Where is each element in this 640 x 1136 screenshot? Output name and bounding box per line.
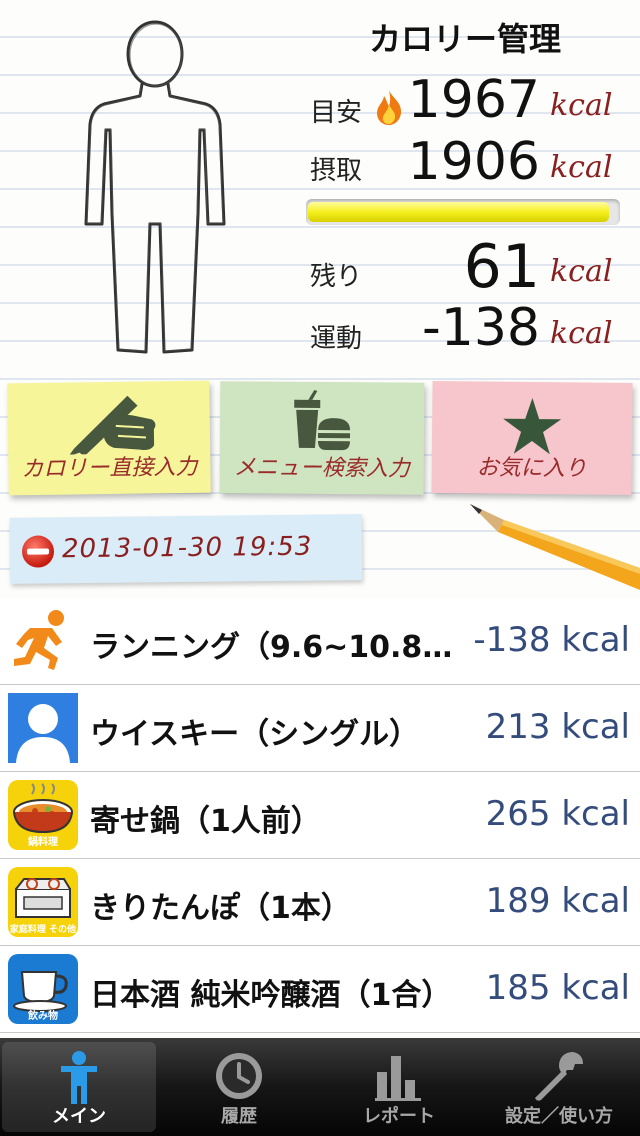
entry-kcal: 265 kcal [485, 794, 630, 834]
date-tag[interactable]: 2013-01-30 19:53 [9, 514, 363, 584]
person-icon [61, 1051, 97, 1104]
remaining-value: 61 [463, 232, 540, 302]
list-item[interactable]: ウイスキー（シングル） 213 kcal [0, 685, 640, 772]
list-item[interactable]: 飲み物 日本酒 純米吟醸酒（1合） 185 kcal [0, 946, 640, 1033]
entry-name: きりたんぽ（1本） [90, 891, 351, 926]
intake-label: 摂取 [310, 156, 363, 186]
list-item[interactable]: 鍋料理 寄せ鍋（1人前） 265 kcal [0, 772, 640, 859]
tab-bar: メイン 履歴 レポート 設定／使い方 [0, 1038, 640, 1136]
body-figure-icon [84, 20, 226, 354]
intake-value: 1906 [407, 132, 540, 192]
no-entry-icon [21, 535, 55, 568]
menu-search-button[interactable]: メニュー検索入力 [219, 381, 425, 495]
target-label: 目安 [310, 98, 363, 128]
calorie-progress-bar [306, 199, 620, 225]
tab-label: メイン [52, 1106, 106, 1127]
entry-name: ウイスキー（シングル） [90, 717, 420, 752]
tab-main[interactable]: メイン [2, 1042, 156, 1132]
tab-label: 履歴 [221, 1106, 257, 1127]
entry-kcal: 189 kcal [485, 881, 630, 921]
entry-name: ランニング（9.6~10.8km/h） [90, 630, 462, 665]
entry-kcal: 213 kcal [485, 707, 630, 747]
menu-search-label: メニュー検索入力 [233, 455, 410, 482]
person-placeholder-icon [8, 693, 78, 763]
entry-name: 日本酒 純米吟醸酒（1合） [90, 978, 452, 1013]
tab-history[interactable]: 履歴 [162, 1042, 316, 1132]
tab-label: 設定／使い方 [505, 1106, 613, 1127]
direct-input-button[interactable]: カロリー直接入力 [7, 380, 211, 496]
target-value: 1967 [407, 70, 540, 130]
calorie-progress-fill [308, 202, 609, 222]
tab-report[interactable]: レポート [322, 1042, 476, 1132]
hot-pot-icon: 鍋料理 [8, 780, 78, 850]
list-item[interactable]: 家庭料理 その他 きりたんぽ（1本） 189 kcal [0, 859, 640, 946]
running-icon [14, 610, 64, 670]
list-item[interactable]: ランニング（9.6~10.8km/h） -138 kcal [0, 598, 640, 685]
stove-icon: 家庭料理 その他 [8, 867, 78, 937]
exercise-unit: kcal [550, 316, 613, 351]
remaining-unit: kcal [550, 254, 613, 289]
icon-caption: 鍋料理 [28, 837, 58, 848]
entry-kcal: -138 kcal [473, 620, 630, 660]
favorites-button[interactable]: お気に入り [431, 380, 633, 496]
intake-unit: kcal [550, 150, 613, 185]
writing-hand-icon [68, 395, 156, 455]
target-unit: kcal [550, 88, 613, 123]
wrench-icon [535, 1052, 583, 1101]
remaining-label: 残り [310, 262, 363, 292]
entry-kcal: 185 kcal [485, 968, 630, 1008]
food-drink-icon [294, 389, 351, 451]
cup-icon: 飲み物 [8, 954, 78, 1024]
pencil-icon [470, 504, 640, 590]
tab-label: レポート [363, 1106, 435, 1127]
tab-settings[interactable]: 設定／使い方 [482, 1042, 636, 1132]
date-text: 2013-01-30 19:53 [61, 531, 313, 565]
exercise-label: 運動 [310, 324, 363, 354]
bar-chart-icon [375, 1056, 421, 1101]
page-title: カロリー管理 [368, 20, 561, 58]
direct-input-label: カロリー直接入力 [21, 454, 198, 483]
favorites-label: お気に入り [476, 455, 587, 482]
exercise-value: -138 [421, 298, 540, 358]
icon-caption: 飲み物 [28, 1011, 58, 1022]
icon-caption: 家庭料理 その他 [9, 925, 77, 935]
entry-name: 寄せ鍋（1人前） [90, 804, 321, 839]
clock-icon [216, 1053, 262, 1099]
